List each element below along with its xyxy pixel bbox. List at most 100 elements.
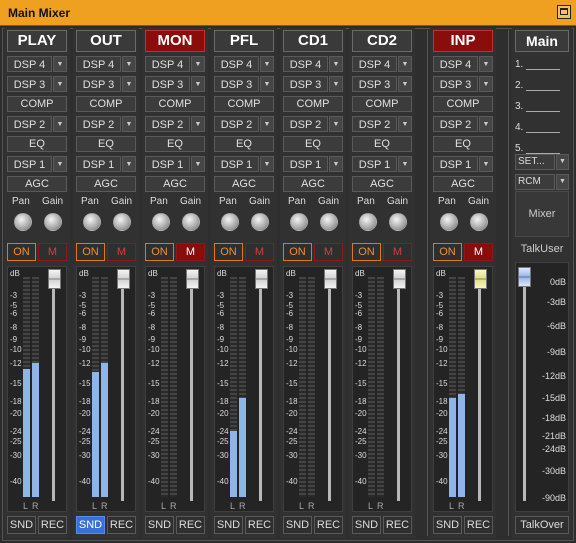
channel-name[interactable]: OUT: [76, 30, 136, 52]
dsp4-dropdown[interactable]: DSP 4 ▼: [352, 56, 412, 72]
dsp1-dropdown[interactable]: DSP 1 ▼: [352, 156, 412, 172]
dsp1-dropdown[interactable]: DSP 1 ▼: [214, 156, 274, 172]
agc-button[interactable]: AGC: [145, 176, 205, 192]
channel-name[interactable]: INP: [433, 30, 493, 52]
dsp1-dropdown[interactable]: DSP 1 ▼: [76, 156, 136, 172]
channel-name[interactable]: CD1: [283, 30, 343, 52]
comp-button[interactable]: COMP: [283, 96, 343, 112]
rec-button[interactable]: REC: [38, 516, 67, 534]
fader-handle[interactable]: [474, 269, 487, 289]
channel-name[interactable]: MON: [145, 30, 205, 52]
pan-knob[interactable]: [83, 213, 101, 231]
on-button[interactable]: ON: [145, 243, 174, 261]
pan-knob[interactable]: [14, 213, 32, 231]
eq-button[interactable]: EQ: [283, 136, 343, 152]
dsp4-dropdown[interactable]: DSP 4 ▼: [433, 56, 493, 72]
mute-button[interactable]: M: [245, 243, 274, 261]
mute-button[interactable]: M: [314, 243, 343, 261]
on-button[interactable]: ON: [283, 243, 312, 261]
pan-knob[interactable]: [221, 213, 239, 231]
gain-knob[interactable]: [182, 213, 200, 231]
on-button[interactable]: ON: [76, 243, 105, 261]
eq-button[interactable]: EQ: [145, 136, 205, 152]
pan-knob[interactable]: [290, 213, 308, 231]
dsp1-dropdown[interactable]: DSP 1 ▼: [433, 156, 493, 172]
rec-button[interactable]: REC: [314, 516, 343, 534]
agc-button[interactable]: AGC: [352, 176, 412, 192]
agc-button[interactable]: AGC: [214, 176, 274, 192]
eq-button[interactable]: EQ: [214, 136, 274, 152]
eq-button[interactable]: EQ: [76, 136, 136, 152]
snd-button[interactable]: SND: [433, 516, 462, 534]
dsp4-dropdown[interactable]: DSP 4 ▼: [145, 56, 205, 72]
rec-button[interactable]: REC: [107, 516, 136, 534]
dsp4-dropdown[interactable]: DSP 4 ▼: [283, 56, 343, 72]
talkover-button[interactable]: TalkOver: [515, 516, 569, 534]
rec-button[interactable]: REC: [464, 516, 493, 534]
dsp1-dropdown[interactable]: DSP 1 ▼: [7, 156, 67, 172]
fader-handle[interactable]: [48, 269, 61, 289]
comp-button[interactable]: COMP: [76, 96, 136, 112]
dsp2-dropdown[interactable]: DSP 2 ▼: [433, 116, 493, 132]
mute-button[interactable]: M: [107, 243, 136, 261]
gain-knob[interactable]: [320, 213, 338, 231]
channel-name[interactable]: PLAY: [7, 30, 67, 52]
main-slot-3[interactable]: 3.: [515, 101, 561, 112]
snd-button[interactable]: SND: [283, 516, 312, 534]
dsp2-dropdown[interactable]: DSP 2 ▼: [214, 116, 274, 132]
main-slot-4[interactable]: 4.: [515, 122, 561, 133]
comp-button[interactable]: COMP: [214, 96, 274, 112]
dsp2-dropdown[interactable]: DSP 2 ▼: [76, 116, 136, 132]
snd-button[interactable]: SND: [145, 516, 174, 534]
comp-button[interactable]: COMP: [145, 96, 205, 112]
main-slot-2[interactable]: 2.: [515, 80, 561, 91]
pan-knob[interactable]: [359, 213, 377, 231]
mute-button[interactable]: M: [176, 243, 205, 261]
eq-button[interactable]: EQ: [352, 136, 412, 152]
snd-button[interactable]: SND: [76, 516, 105, 534]
agc-button[interactable]: AGC: [7, 176, 67, 192]
comp-button[interactable]: COMP: [433, 96, 493, 112]
agc-button[interactable]: AGC: [433, 176, 493, 192]
pan-knob[interactable]: [440, 213, 458, 231]
dsp4-dropdown[interactable]: DSP 4 ▼: [7, 56, 67, 72]
dsp3-dropdown[interactable]: DSP 3 ▼: [352, 76, 412, 92]
dsp1-dropdown[interactable]: DSP 1 ▼: [145, 156, 205, 172]
dsp2-dropdown[interactable]: DSP 2 ▼: [352, 116, 412, 132]
eq-button[interactable]: EQ: [7, 136, 67, 152]
gain-knob[interactable]: [113, 213, 131, 231]
maximize-icon[interactable]: [557, 5, 571, 19]
dsp4-dropdown[interactable]: DSP 4 ▼: [214, 56, 274, 72]
on-button[interactable]: ON: [7, 243, 36, 261]
gain-knob[interactable]: [44, 213, 62, 231]
comp-button[interactable]: COMP: [352, 96, 412, 112]
mute-button[interactable]: M: [464, 243, 493, 261]
dsp3-dropdown[interactable]: DSP 3 ▼: [76, 76, 136, 92]
dsp3-dropdown[interactable]: DSP 3 ▼: [7, 76, 67, 92]
dsp1-dropdown[interactable]: DSP 1 ▼: [283, 156, 343, 172]
on-button[interactable]: ON: [352, 243, 381, 261]
rcm-dropdown[interactable]: RCM ▼: [515, 174, 569, 190]
gain-knob[interactable]: [470, 213, 488, 231]
snd-button[interactable]: SND: [214, 516, 243, 534]
pan-knob[interactable]: [152, 213, 170, 231]
dsp3-dropdown[interactable]: DSP 3 ▼: [283, 76, 343, 92]
main-title[interactable]: Main: [515, 30, 569, 52]
mute-button[interactable]: M: [383, 243, 412, 261]
fader-handle[interactable]: [324, 269, 337, 289]
channel-name[interactable]: CD2: [352, 30, 412, 52]
dsp4-dropdown[interactable]: DSP 4 ▼: [76, 56, 136, 72]
talk-fader-handle[interactable]: [518, 267, 531, 287]
fader-handle[interactable]: [393, 269, 406, 289]
fader-handle[interactable]: [186, 269, 199, 289]
rec-button[interactable]: REC: [245, 516, 274, 534]
agc-button[interactable]: AGC: [283, 176, 343, 192]
channel-name[interactable]: PFL: [214, 30, 274, 52]
set-dropdown[interactable]: SET... ▼: [515, 154, 569, 170]
dsp2-dropdown[interactable]: DSP 2 ▼: [283, 116, 343, 132]
fader-handle[interactable]: [255, 269, 268, 289]
on-button[interactable]: ON: [214, 243, 243, 261]
comp-button[interactable]: COMP: [7, 96, 67, 112]
on-button[interactable]: ON: [433, 243, 462, 261]
dsp3-dropdown[interactable]: DSP 3 ▼: [214, 76, 274, 92]
